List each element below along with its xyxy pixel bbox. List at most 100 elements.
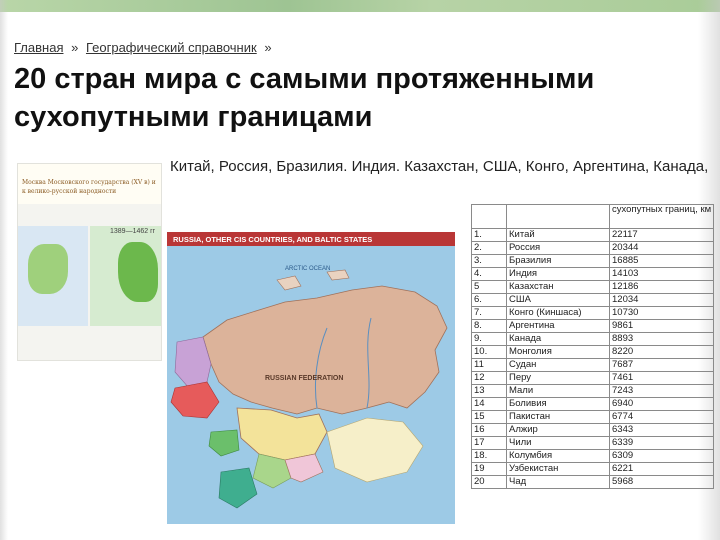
table-row: 20 Чад 5968 <box>471 475 715 489</box>
row-length-cell: 6339 <box>608 436 715 450</box>
table-row: 7. Конго (Киншаса) 10730 <box>471 306 715 320</box>
table-row: 3. Бразилия 16885 <box>471 254 715 268</box>
row-length-cell: 6221 <box>608 462 715 476</box>
thumbnail-caption: Москва Московского государства (XV в) и … <box>18 164 161 204</box>
table-row: 17 Чили 6339 <box>471 436 715 450</box>
row-length-cell: 7243 <box>608 384 715 398</box>
page-shadow-left <box>0 0 8 540</box>
row-length-cell: 10730 <box>608 306 715 320</box>
countries-list-text: Китай, Россия, Бразилия. Индия. Казахста… <box>170 158 709 175</box>
header-cell-number <box>471 204 507 229</box>
header-cell-length: сухопутных границ, км <box>608 204 715 229</box>
row-length-cell: 20344 <box>608 241 715 255</box>
row-country-cell: Китай <box>506 228 610 242</box>
table-row: 6. США 12034 <box>471 293 715 307</box>
row-number-cell: 10. <box>471 345 507 359</box>
table-row: 8. Аргентина 9861 <box>471 319 715 333</box>
row-number-cell: 6. <box>471 293 507 307</box>
row-length-cell: 5968 <box>608 475 715 489</box>
table-row: 15 Пакистан 6774 <box>471 410 715 424</box>
row-length-cell: 9861 <box>608 319 715 333</box>
header-cell-country <box>506 204 610 229</box>
breadcrumb-separator: » <box>264 40 272 55</box>
row-length-cell: 7687 <box>608 358 715 372</box>
row-length-cell: 8893 <box>608 332 715 346</box>
table-row: 1. Китай 22117 <box>471 228 715 242</box>
row-length-cell: 7461 <box>608 371 715 385</box>
breadcrumb-home-link[interactable]: Главная <box>14 40 63 55</box>
row-length-cell: 16885 <box>608 254 715 268</box>
row-number-cell: 11 <box>471 358 507 372</box>
table-row: 5 Казахстан 12186 <box>471 280 715 294</box>
table-row: 12 Перу 7461 <box>471 371 715 385</box>
thumbnail-territory-right <box>118 242 158 302</box>
historical-map-thumbnail[interactable]: Москва Московского государства (XV в) и … <box>17 163 162 361</box>
russia-cis-map[interactable]: RUSSIA, OTHER CIS COUNTRIES, AND BALTIC … <box>167 232 455 524</box>
row-country-cell: Колумбия <box>506 449 610 463</box>
row-number-cell: 5 <box>471 280 507 294</box>
table-row: 11 Судан 7687 <box>471 358 715 372</box>
row-number-cell: 19 <box>471 462 507 476</box>
row-number-cell: 7. <box>471 306 507 320</box>
row-country-cell: Чад <box>506 475 610 489</box>
top-banner <box>0 0 720 12</box>
thumbnail-territory-left <box>28 244 68 294</box>
row-length-cell: 14103 <box>608 267 715 281</box>
page-title: 20 стран мира с самыми протяженными сухо… <box>14 63 595 133</box>
row-country-cell: Монголия <box>506 345 610 359</box>
row-country-cell: Пакистан <box>506 410 610 424</box>
row-number-cell: 16 <box>471 423 507 437</box>
row-country-cell: Конго (Киншаса) <box>506 306 610 320</box>
row-country-cell: Узбекистан <box>506 462 610 476</box>
row-number-cell: 17 <box>471 436 507 450</box>
row-length-cell: 12186 <box>608 280 715 294</box>
row-number-cell: 3. <box>471 254 507 268</box>
row-country-cell: Россия <box>506 241 610 255</box>
row-number-cell: 18. <box>471 449 507 463</box>
map-federation-label: RUSSIAN FEDERATION <box>265 375 343 382</box>
map-graphic: RUSSIA, OTHER CIS COUNTRIES, AND BALTIC … <box>167 232 455 524</box>
row-country-cell: Бразилия <box>506 254 610 268</box>
table-row: 10. Монголия 8220 <box>471 345 715 359</box>
row-country-cell: США <box>506 293 610 307</box>
row-country-cell: Мали <box>506 384 610 398</box>
map-ocean-label: ARCTIC OCEAN <box>285 266 330 272</box>
row-length-cell: 8220 <box>608 345 715 359</box>
table-row: 4. Индия 14103 <box>471 267 715 281</box>
table-row: 13 Мали 7243 <box>471 384 715 398</box>
row-country-cell: Алжир <box>506 423 610 437</box>
table-row: 16 Алжир 6343 <box>471 423 715 437</box>
table-row: 18. Колумбия 6309 <box>471 449 715 463</box>
border-length-table: сухопутных границ, км 1. Китай 22117 2. Росс… <box>471 204 715 489</box>
map-header-text: RUSSIA, OTHER CIS COUNTRIES, AND BALTIC … <box>173 235 372 244</box>
breadcrumb: Главная » Географический справочник » <box>14 40 276 55</box>
row-number-cell: 2. <box>471 241 507 255</box>
row-length-cell: 6343 <box>608 423 715 437</box>
table-row: 9. Канада 8893 <box>471 332 715 346</box>
row-country-cell: Канада <box>506 332 610 346</box>
row-country-cell: Аргентина <box>506 319 610 333</box>
row-country-cell: Чили <box>506 436 610 450</box>
row-country-cell: Судан <box>506 358 610 372</box>
breadcrumb-section-link[interactable]: Географический справочник <box>86 40 257 55</box>
row-length-cell: 6309 <box>608 449 715 463</box>
table-header-row: сухопутных границ, км <box>471 204 715 229</box>
row-number-cell: 4. <box>471 267 507 281</box>
row-country-cell: Перу <box>506 371 610 385</box>
row-length-cell: 6774 <box>608 410 715 424</box>
row-length-cell: 6940 <box>608 397 715 411</box>
row-number-cell: 20 <box>471 475 507 489</box>
row-number-cell: 9. <box>471 332 507 346</box>
row-number-cell: 15 <box>471 410 507 424</box>
row-number-cell: 14 <box>471 397 507 411</box>
table-row: 2. Россия 20344 <box>471 241 715 255</box>
table-row: 14 Боливия 6940 <box>471 397 715 411</box>
row-length-cell: 12034 <box>608 293 715 307</box>
row-number-cell: 13 <box>471 384 507 398</box>
thumbnail-inset-label: 1389—1462 гг <box>110 228 156 235</box>
row-country-cell: Боливия <box>506 397 610 411</box>
row-country-cell: Индия <box>506 267 610 281</box>
breadcrumb-separator: » <box>71 40 79 55</box>
row-length-cell: 22117 <box>608 228 715 242</box>
row-number-cell: 8. <box>471 319 507 333</box>
